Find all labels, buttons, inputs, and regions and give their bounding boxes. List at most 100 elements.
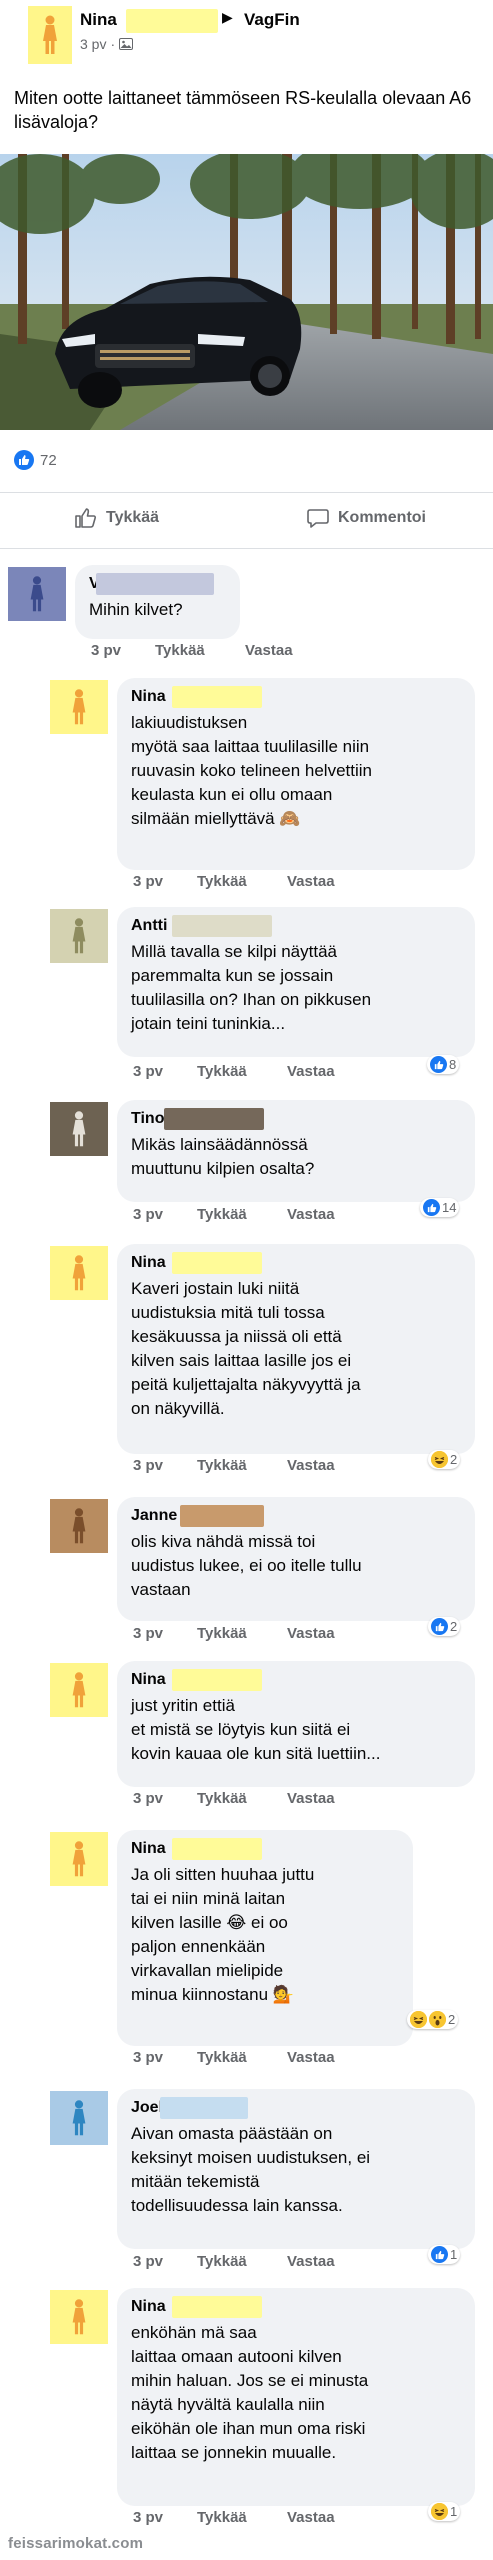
commenter-name[interactable]: Nina [131, 1840, 166, 1858]
comment-item: Joel Aivan omasta päästään on keksinyt mo… [0, 2089, 493, 2283]
commenter-avatar[interactable] [50, 909, 108, 963]
comment-time[interactable]: 3 pv [133, 2253, 163, 2270]
commenter-name[interactable]: Tino [131, 1110, 164, 1128]
person-icon [72, 1841, 86, 1877]
comment-reaction-count: 2 [448, 2012, 456, 2027]
commenter-avatar[interactable] [50, 2290, 108, 2344]
comment-like-button[interactable]: Tykkää [155, 642, 205, 659]
comment-reply-button[interactable]: Vastaa [287, 1063, 335, 1080]
commenter-avatar[interactable] [8, 567, 66, 621]
post-author-name[interactable]: Nina [80, 10, 117, 30]
comment-reply-button[interactable]: Vastaa [287, 2253, 335, 2270]
comment-actions: 3 pv Tykkää Vastaa [133, 1206, 373, 1226]
comment-actions: 3 pv Tykkää Vastaa [133, 1625, 373, 1645]
person-icon [72, 1255, 86, 1291]
comment-reply-button[interactable]: Vastaa [287, 1625, 335, 1642]
comment-like-button[interactable]: Tykkää [197, 1790, 247, 1807]
author-avatar[interactable] [28, 6, 72, 64]
comment-reactions[interactable]: 1 [428, 2502, 461, 2521]
comment-bubble-icon [307, 509, 329, 528]
comment-like-button[interactable]: Tykkää [197, 873, 247, 890]
redacted-surname [172, 1252, 262, 1274]
comment-actions: 3 pv Tykkää Vastaa [133, 873, 373, 893]
divider [0, 492, 493, 493]
comment-reply-button[interactable]: Vastaa [245, 642, 293, 659]
post-time[interactable]: 3 pv [80, 36, 106, 52]
commenter-name[interactable]: Nina [131, 2298, 166, 2316]
comment-reactions[interactable]: 2 [428, 1617, 461, 1636]
commenter-avatar[interactable] [50, 2091, 108, 2145]
haha-reaction-icon [410, 2011, 427, 2028]
commenter-name[interactable]: Joel [131, 2099, 163, 2117]
comment-like-button[interactable]: Tykkää [197, 2253, 247, 2270]
commenter-avatar[interactable] [50, 1832, 108, 1886]
comment-reactions[interactable]: 8 [427, 1055, 460, 1074]
comment-reply-button[interactable]: Vastaa [287, 2509, 335, 2526]
commenter-avatar[interactable] [50, 1499, 108, 1553]
commenter-name[interactable]: Nina [131, 1671, 166, 1689]
comment-reactions[interactable]: 14 [420, 1198, 460, 1217]
comment-reply-button[interactable]: Vastaa [287, 1206, 335, 1223]
commenter-avatar[interactable] [50, 1246, 108, 1300]
comment-actions: 3 pv Tykkää Vastaa [133, 2049, 373, 2069]
commenter-name[interactable]: Janne [131, 1507, 177, 1525]
comment-item: Janne olis kiva nähdä missä toi uudistus … [0, 1497, 493, 1655]
comment-reply-button[interactable]: Vastaa [287, 1457, 335, 1474]
comment-like-button[interactable]: Tykkää [197, 2509, 247, 2526]
comment-time[interactable]: 3 pv [133, 2509, 163, 2526]
commenter-avatar[interactable] [50, 1102, 108, 1156]
comment-reply-button[interactable]: Vastaa [287, 873, 335, 890]
person-icon [72, 1508, 86, 1544]
group-name[interactable]: VagFin [244, 10, 300, 30]
comment-reactions[interactable]: 2 [428, 1450, 461, 1469]
person-icon [30, 576, 44, 612]
comment-text: Ja oli sitten huuhaa juttu tai ei niin m… [131, 1865, 315, 2004]
like-reaction-icon [423, 1199, 440, 1216]
comment-text: just yritin ettiä et mistä se löytyis ku… [131, 1696, 381, 1763]
redacted-surname [160, 2097, 248, 2119]
commenter-avatar[interactable] [50, 1663, 108, 1717]
comment-item: Nina Ja oli sitten huuhaa juttu tai ei ni… [0, 1830, 493, 2079]
comment-like-button[interactable]: Tykkää [197, 1457, 247, 1474]
comment-reply-button[interactable]: Vastaa [287, 1790, 335, 1807]
comment-reaction-count: 1 [450, 2247, 458, 2262]
comment-text: olis kiva nähdä missä toi uudistus lukee… [131, 1532, 362, 1599]
person-icon [72, 2100, 86, 2136]
comment-time[interactable]: 3 pv [133, 1063, 163, 1080]
comment-time[interactable]: 3 pv [91, 642, 121, 659]
comment-time[interactable]: 3 pv [133, 1206, 163, 1223]
haha-reaction-icon [431, 2503, 448, 2520]
comment-time[interactable]: 3 pv [133, 1457, 163, 1474]
comment-like-button[interactable]: Tykkää [197, 1206, 247, 1223]
comment-reactions[interactable]: 1 [428, 2245, 461, 2264]
comment-reaction-count: 1 [450, 2504, 458, 2519]
redacted-surname [172, 2296, 262, 2318]
comment-time[interactable]: 3 pv [133, 873, 163, 890]
redacted-surname [172, 915, 272, 937]
post-reactions[interactable]: 72 [14, 450, 57, 470]
comment-time[interactable]: 3 pv [133, 1625, 163, 1642]
commenter-name[interactable]: Antti [131, 917, 167, 935]
like-button-label: Tykkää [106, 509, 160, 526]
comment-reply-button[interactable]: Vastaa [287, 2049, 335, 2066]
redacted-surname [96, 573, 214, 595]
comment-button[interactable]: Kommentoi [306, 506, 426, 530]
comment-like-button[interactable]: Tykkää [197, 1625, 247, 1642]
comment-text: enköhän mä saa laittaa omaan autooni kil… [131, 2323, 369, 2462]
comment-time[interactable]: 3 pv [133, 2049, 163, 2066]
post-header: Nina ▶ VagFin 3 pv · [0, 0, 493, 64]
commenter-avatar[interactable] [50, 680, 108, 734]
like-button[interactable]: Tykkää [74, 506, 159, 530]
caret-right-icon: ▶ [222, 9, 233, 25]
comment-time[interactable]: 3 pv [133, 1790, 163, 1807]
comment-text: Kaveri jostain luki niitä uudistuksia mi… [131, 1279, 361, 1418]
comment-text: Mihin kilvet? [89, 600, 183, 619]
post-photo[interactable] [0, 154, 493, 430]
commenter-name[interactable]: Nina [131, 1254, 166, 1272]
comment-actions: 3 pv Tykkää Vastaa [133, 2509, 373, 2529]
comment-reactions[interactable]: 2 [407, 2010, 459, 2029]
comment-like-button[interactable]: Tykkää [197, 2049, 247, 2066]
person-female-icon [43, 15, 57, 54]
comment-like-button[interactable]: Tykkää [197, 1063, 247, 1080]
commenter-name[interactable]: Nina [131, 688, 166, 706]
